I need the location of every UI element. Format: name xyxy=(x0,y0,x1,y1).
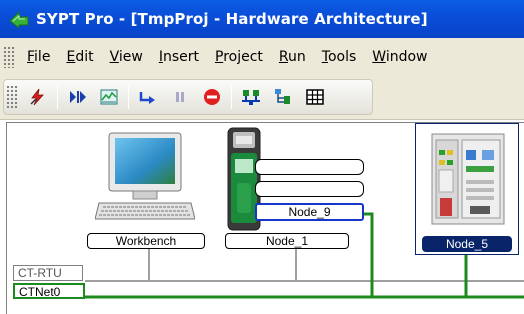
pause-icon[interactable] xyxy=(168,85,192,109)
toolbar-separator xyxy=(128,85,129,109)
network-icon[interactable] xyxy=(239,85,263,109)
workbench-device[interactable] xyxy=(94,131,196,227)
toolbar-grip[interactable] xyxy=(6,85,18,109)
run-icon[interactable] xyxy=(136,85,160,109)
grid-icon[interactable] xyxy=(303,85,327,109)
ctnet-bus-label[interactable]: CTNet0 xyxy=(13,283,85,299)
plc-rack-icon xyxy=(431,133,505,225)
menu-edit[interactable]: Edit xyxy=(58,49,101,65)
menu-project[interactable]: Project xyxy=(207,49,271,65)
stop-icon[interactable] xyxy=(200,85,224,109)
toolbar-separator xyxy=(57,85,58,109)
computer-icon xyxy=(94,132,196,220)
node5-selection-frame[interactable]: Node_5 xyxy=(415,123,519,255)
window-title: SYPT Pro - [TmpProj - Hardware Architect… xyxy=(36,10,428,28)
title-bar: SYPT Pro - [TmpProj - Hardware Architect… xyxy=(0,0,524,38)
node9-drop xyxy=(364,212,374,297)
menu-bar: File Edit View Insert Project Run Tools … xyxy=(0,38,524,76)
menu-grip[interactable] xyxy=(3,46,15,68)
toolbar-separator xyxy=(231,85,232,109)
ctrtu-bus-label[interactable]: CT-RTU xyxy=(13,265,83,281)
node1-slot-1[interactable] xyxy=(255,159,364,175)
app-icon xyxy=(9,10,29,30)
menu-insert[interactable]: Insert xyxy=(151,49,207,65)
menu-run[interactable]: Run xyxy=(271,49,314,65)
monitor-graph-icon[interactable] xyxy=(97,85,121,109)
toolbar xyxy=(0,76,524,120)
workbench-label[interactable]: Workbench xyxy=(87,233,205,249)
menu-tools[interactable]: Tools xyxy=(314,49,365,65)
menu-file[interactable]: File xyxy=(19,49,58,65)
node-tree-icon[interactable] xyxy=(271,85,295,109)
step-into-icon[interactable] xyxy=(65,85,89,109)
menu-window[interactable]: Window xyxy=(364,49,435,65)
lightning-icon[interactable] xyxy=(26,85,50,109)
hardware-architecture-canvas[interactable]: Workbench Node_9 Node_1 Node_5 CT-RTU CT… xyxy=(6,122,524,314)
node9-slot[interactable]: Node_9 xyxy=(255,203,364,221)
toolbar-strip xyxy=(3,79,373,115)
node1-label[interactable]: Node_1 xyxy=(225,233,349,249)
node1-slot-2[interactable] xyxy=(255,181,364,197)
menu-view[interactable]: View xyxy=(102,49,151,65)
node5-label[interactable]: Node_5 xyxy=(422,236,512,252)
